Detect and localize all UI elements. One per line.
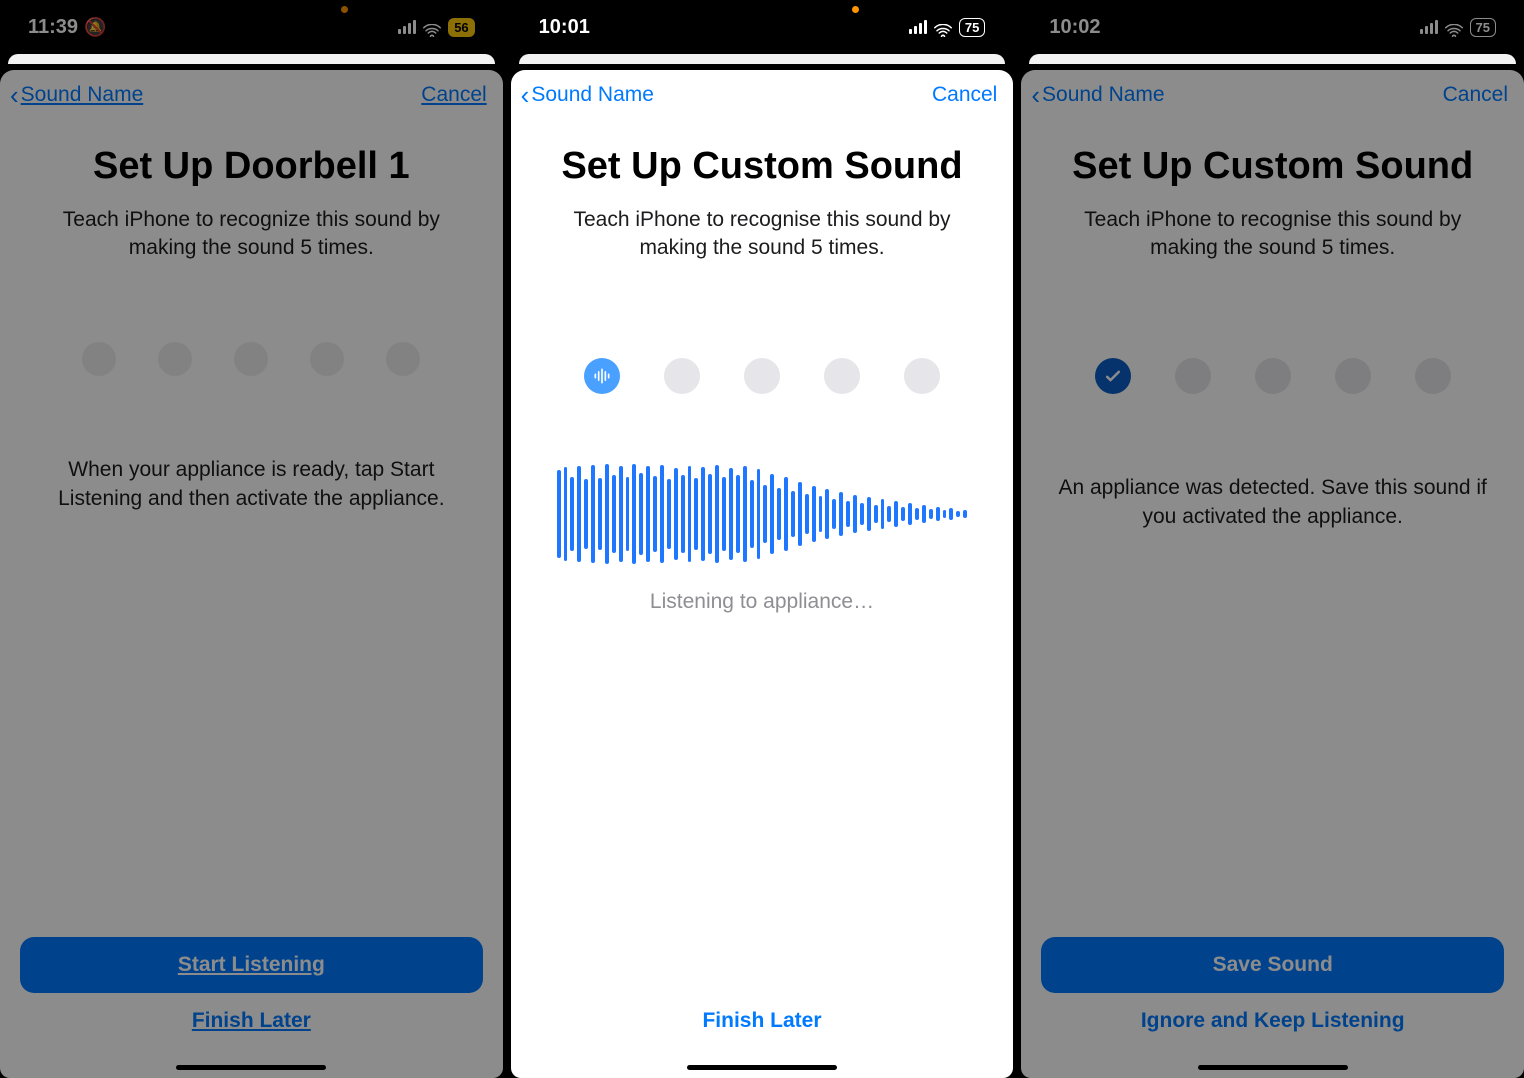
modal-sheet: ‹ Sound Name Cancel Set Up Doorbell 1 Te… (0, 70, 503, 1078)
instruction-text: An appliance was detected. Save this sou… (1021, 394, 1524, 531)
page-title: Set Up Custom Sound (511, 114, 1014, 198)
home-indicator[interactable] (176, 1065, 326, 1070)
progress-dot (1255, 358, 1291, 394)
status-bar: 10:02 75 (1021, 0, 1524, 54)
progress-dot-listening (584, 358, 620, 394)
ignore-keep-listening-button[interactable]: Ignore and Keep Listening (1041, 993, 1504, 1049)
wifi-icon (1445, 20, 1463, 34)
battery-icon: 75 (959, 18, 985, 37)
chevron-left-icon: ‹ (1031, 82, 1040, 108)
sheet-behind (1029, 54, 1516, 64)
progress-dots (0, 262, 503, 376)
progress-dot (158, 342, 192, 376)
progress-dot (744, 358, 780, 394)
back-button[interactable]: ‹ Sound Name (10, 82, 143, 108)
waveform-icon (592, 366, 612, 386)
back-button[interactable]: ‹ Sound Name (521, 82, 654, 108)
sheet-behind (519, 54, 1006, 64)
status-time: 11:39 (28, 16, 78, 39)
page-subtitle: Teach iPhone to recognise this sound by … (1021, 198, 1524, 263)
bell-slash-icon: 🔕 (84, 17, 106, 38)
check-icon (1103, 366, 1123, 386)
mic-indicator-dot (852, 6, 859, 13)
wifi-icon (423, 20, 441, 34)
status-bar: 11:39 🔕 56 (0, 0, 503, 54)
screen-1: 11:39 🔕 56 ‹ Sound Name Cancel Set Up Do… (0, 0, 503, 1078)
save-sound-button[interactable]: Save Sound (1041, 937, 1504, 993)
progress-dot (386, 342, 420, 376)
progress-dot (904, 358, 940, 394)
cellular-icon (1420, 20, 1438, 34)
finish-later-button[interactable]: Finish Later (20, 993, 483, 1049)
back-label: Sound Name (21, 83, 144, 107)
nav-bar: ‹ Sound Name Cancel (1021, 70, 1524, 114)
mic-indicator-dot (341, 6, 348, 13)
screen-3: 10:02 75 ‹ Sound Name Cancel Set Up Cust… (1021, 0, 1524, 1078)
modal-sheet: ‹ Sound Name Cancel Set Up Custom Sound … (1021, 70, 1524, 1078)
cancel-button[interactable]: Cancel (421, 83, 486, 107)
modal-sheet: ‹ Sound Name Cancel Set Up Custom Sound … (511, 70, 1014, 1078)
progress-dot-done (1095, 358, 1131, 394)
cellular-icon (398, 20, 416, 34)
status-right: 56 (398, 18, 474, 37)
progress-dot (664, 358, 700, 394)
cancel-button[interactable]: Cancel (932, 83, 997, 107)
page-subtitle: Teach iPhone to recognize this sound by … (0, 198, 503, 263)
status-time: 10:02 (1049, 16, 1100, 39)
bottom-bar: Finish Later (511, 981, 1014, 1059)
progress-dot (824, 358, 860, 394)
back-button[interactable]: ‹ Sound Name (1031, 82, 1164, 108)
waveform-visualization (511, 454, 1014, 574)
sheet-behind (8, 54, 495, 64)
cellular-icon (909, 20, 927, 34)
nav-bar: ‹ Sound Name Cancel (511, 70, 1014, 114)
back-label: Sound Name (1042, 83, 1165, 107)
chevron-left-icon: ‹ (10, 82, 19, 108)
battery-icon: 56 (448, 18, 474, 37)
status-bar: 10:01 75 (511, 0, 1014, 54)
status-right: 75 (909, 18, 985, 37)
status-right: 75 (1420, 18, 1496, 37)
progress-dot (234, 342, 268, 376)
progress-dot (310, 342, 344, 376)
start-listening-button[interactable]: Start Listening (20, 937, 483, 993)
listening-status: Listening to appliance… (511, 590, 1014, 614)
home-indicator[interactable] (1198, 1065, 1348, 1070)
instruction-text: When your appliance is ready, tap Start … (0, 376, 503, 513)
nav-bar: ‹ Sound Name Cancel (0, 70, 503, 114)
page-subtitle: Teach iPhone to recognise this sound by … (511, 198, 1014, 263)
battery-icon: 75 (1470, 18, 1496, 37)
bottom-bar: Save Sound Ignore and Keep Listening (1021, 925, 1524, 1059)
progress-dot (1175, 358, 1211, 394)
page-title: Set Up Custom Sound (1021, 114, 1524, 198)
progress-dot (1335, 358, 1371, 394)
page-title: Set Up Doorbell 1 (0, 114, 503, 198)
chevron-left-icon: ‹ (521, 82, 530, 108)
status-time: 10:01 (539, 16, 590, 39)
cancel-button[interactable]: Cancel (1443, 83, 1508, 107)
progress-dot (1415, 358, 1451, 394)
home-indicator[interactable] (687, 1065, 837, 1070)
progress-dot (82, 342, 116, 376)
back-label: Sound Name (531, 83, 654, 107)
bottom-bar: Start Listening Finish Later (0, 925, 503, 1059)
finish-later-button[interactable]: Finish Later (531, 993, 994, 1049)
progress-dots (1021, 262, 1524, 394)
progress-dots (511, 262, 1014, 394)
wifi-icon (934, 20, 952, 34)
screen-2: 10:01 75 ‹ Sound Name Cancel Set Up Cust… (511, 0, 1014, 1078)
